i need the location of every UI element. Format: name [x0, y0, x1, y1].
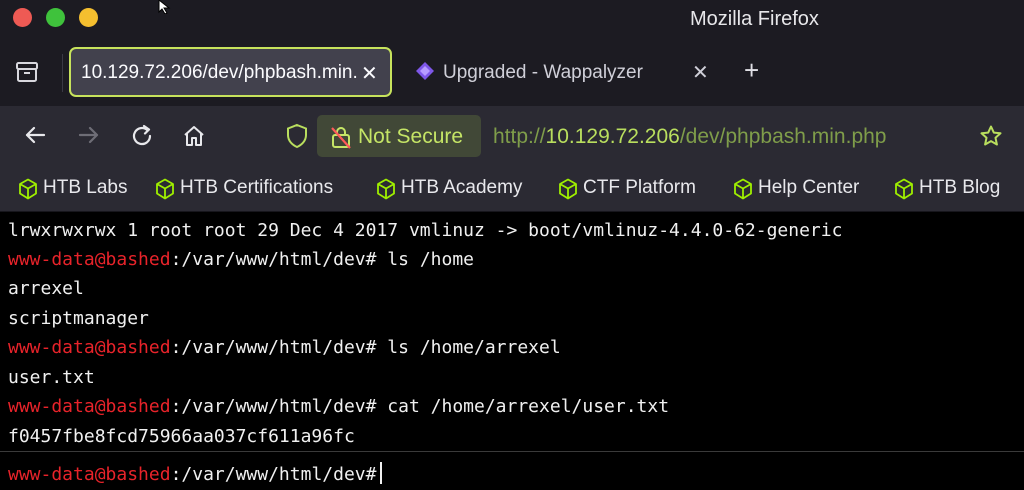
htb-cube-icon: [156, 178, 174, 200]
text-caret: [380, 462, 383, 484]
url-scheme: http://: [493, 125, 546, 148]
bookmark-label: HTB Academy: [401, 177, 523, 198]
terminal-prompt-line: www-data@bashed:/var/www/html/dev# ls /h…: [8, 249, 474, 277]
tracking-protection-shield-icon[interactable]: [285, 123, 309, 149]
tab-bar: 10.129.72.206/dev/phpbash.min.php ✕ Upgr…: [0, 40, 1024, 106]
prompt-path: :/var/www/html/dev#: [170, 396, 377, 417]
minimize-window-button[interactable]: [79, 8, 98, 27]
htb-cube-icon: [895, 178, 913, 200]
htb-cube-icon: [559, 178, 577, 200]
bookmark-label: Help Center: [758, 177, 860, 198]
prompt-command: ls /home: [376, 249, 475, 270]
tab-separator: [62, 54, 63, 92]
maximize-window-button[interactable]: [46, 8, 65, 27]
terminal-output-line: lrwxrwxrwx 1 root root 29 Dec 4 2017 vml…: [8, 220, 843, 241]
bookmarks-toolbar: HTB Labs HTB Certifications HTB Academy …: [0, 166, 1024, 212]
url-bar[interactable]: http://10.129.72.206/dev/phpbash.min.php: [493, 125, 886, 149]
prompt-path: :/var/www/html/dev#: [170, 249, 377, 270]
wappalyzer-icon: [416, 62, 434, 80]
terminal-input-line[interactable]: www-data@bashed:/var/www/html/dev#: [8, 462, 383, 490]
navigation-toolbar: Not Secure http://10.129.72.206/dev/phpb…: [0, 106, 1024, 166]
new-tab-button[interactable]: +: [744, 57, 759, 83]
terminal-prompt-line: www-data@bashed:/var/www/html/dev# ls /h…: [8, 337, 561, 365]
terminal-output-line: scriptmanager: [8, 308, 149, 329]
prompt-user: www-data@bashed: [8, 337, 171, 358]
close-window-button[interactable]: [13, 8, 32, 27]
tab-close-icon[interactable]: ✕: [361, 61, 378, 86]
site-security-badge[interactable]: Not Secure: [317, 115, 481, 157]
tab-wappalyzer[interactable]: Upgraded - Wappalyzer ✕: [410, 47, 720, 97]
tab-title: Upgraded - Wappalyzer: [443, 62, 643, 83]
bookmark-label: HTB Blog: [919, 177, 1001, 198]
prompt-command: cat /home/arrexel/user.txt: [376, 396, 670, 417]
url-host: 10.129.72.206: [545, 125, 680, 148]
prompt-user: www-data@bashed: [8, 249, 171, 270]
bookmark-star-icon[interactable]: [979, 124, 1003, 148]
url-path: /dev/phpbash.min.php: [679, 125, 887, 148]
prompt-user: www-data@bashed: [8, 396, 171, 417]
prompt-user: www-data@bashed: [8, 464, 171, 485]
prompt-command: ls /home/arrexel: [376, 337, 561, 358]
forward-arrow-icon[interactable]: [76, 123, 102, 147]
insecure-lock-icon: [331, 127, 351, 149]
terminal-output-line: arrexel: [8, 278, 84, 299]
tab-title: 10.129.72.206/dev/phpbash.min.php: [81, 62, 359, 83]
window-title: Mozilla Firefox: [690, 8, 819, 30]
htb-cube-icon: [734, 178, 752, 200]
bookmark-label: HTB Certifications: [180, 177, 334, 198]
prompt-path: :/var/www/html/dev#: [170, 337, 377, 358]
home-icon[interactable]: [181, 123, 207, 149]
phpbash-terminal[interactable]: lrwxrwxrwx 1 root root 29 Dec 4 2017 vml…: [0, 212, 1024, 490]
not-secure-label: Not Secure: [358, 125, 464, 148]
window-titlebar: Mozilla Firefox: [0, 0, 1024, 40]
firefox-view-icon[interactable]: [14, 60, 40, 84]
bookmark-label: HTB Labs: [43, 177, 128, 198]
terminal-output-line: f0457fbe8fcd75966aa037cf611a96fc: [8, 426, 355, 447]
tab-phpbash[interactable]: 10.129.72.206/dev/phpbash.min.php ✕: [69, 47, 392, 97]
htb-cube-icon: [19, 178, 37, 200]
terminal-output-line: user.txt: [8, 367, 95, 388]
reload-icon[interactable]: [129, 123, 155, 149]
terminal-prompt-line: www-data@bashed:/var/www/html/dev# cat /…: [8, 396, 669, 424]
tab-close-icon[interactable]: ✕: [692, 60, 709, 85]
back-arrow-icon[interactable]: [22, 123, 48, 147]
prompt-path: :/var/www/html/dev#: [170, 464, 377, 485]
mouse-pointer-icon: [158, 0, 171, 14]
bookmark-label: CTF Platform: [583, 177, 696, 198]
terminal-divider: [0, 451, 1024, 452]
htb-cube-icon: [377, 178, 395, 200]
